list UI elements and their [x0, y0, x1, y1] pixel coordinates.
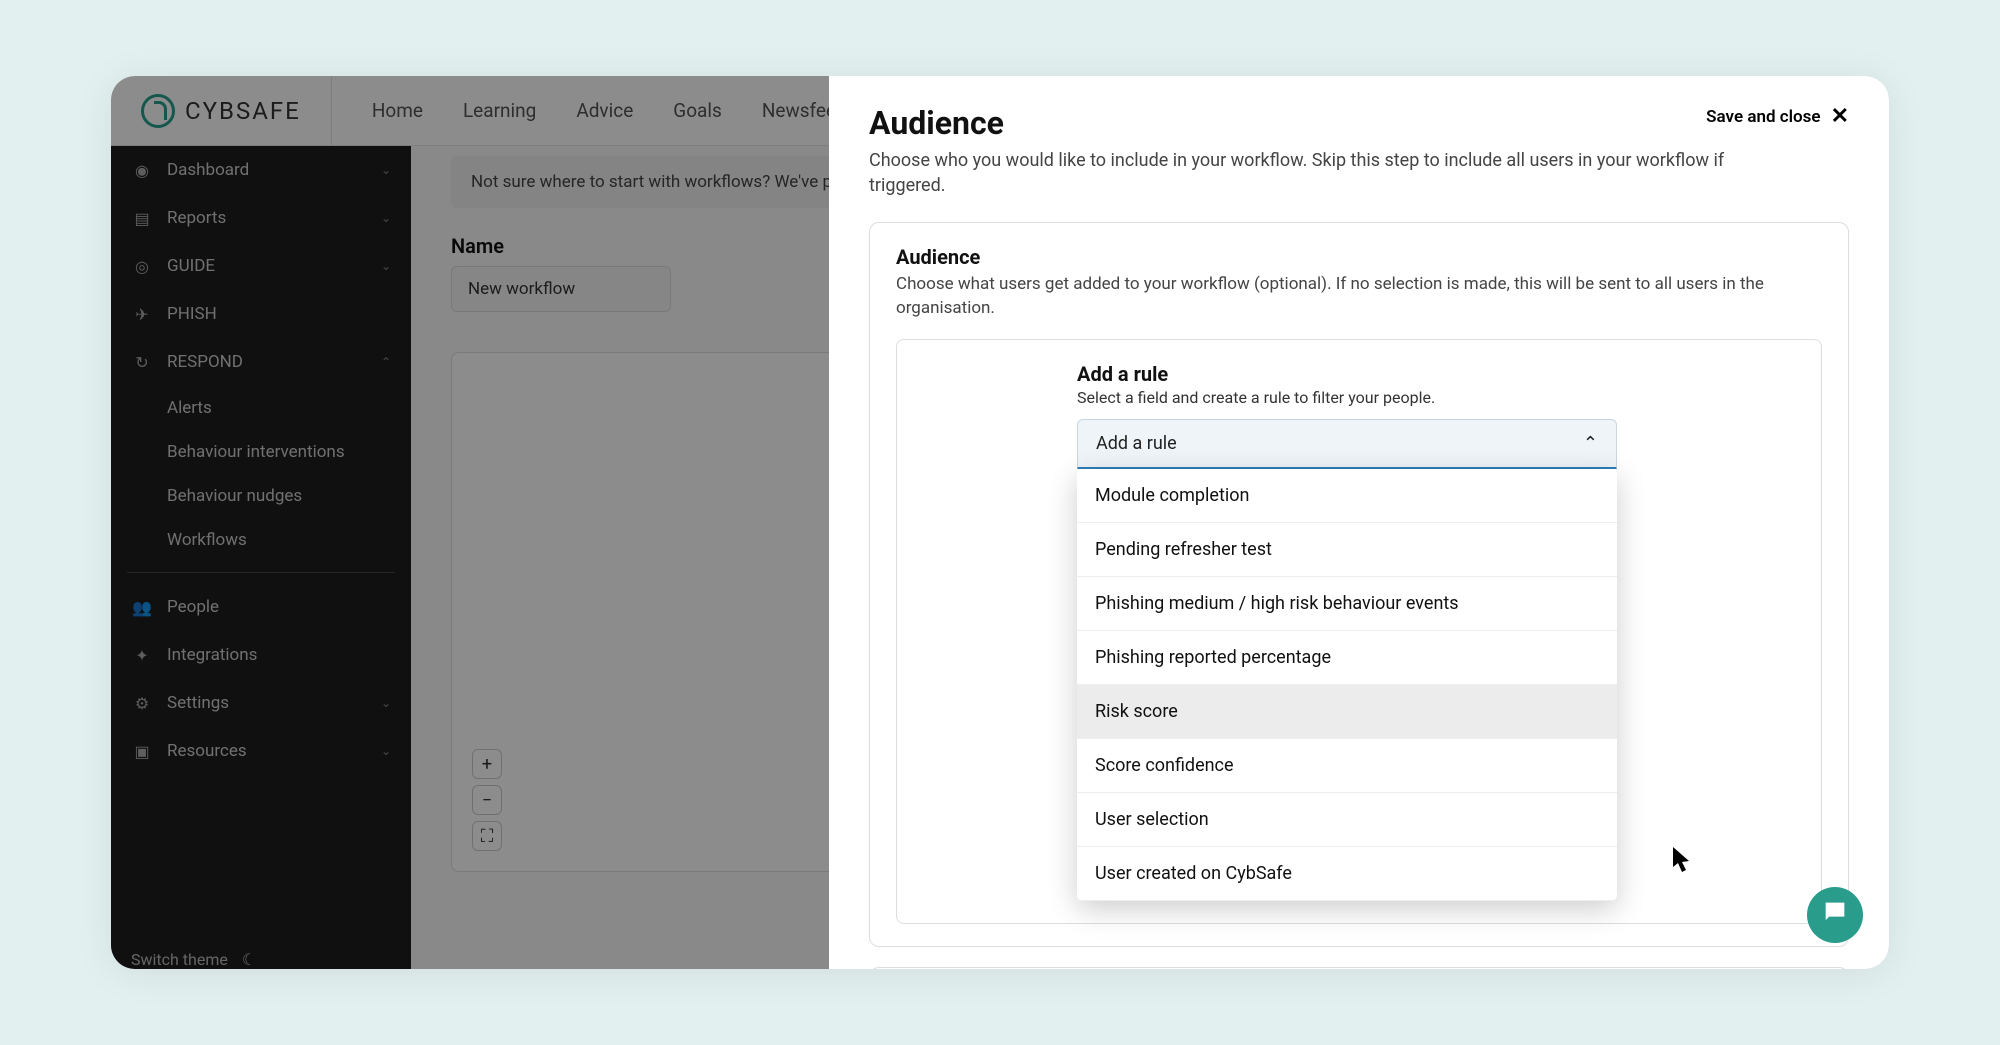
dropdown-option-module-completion[interactable]: Module completion [1077, 469, 1617, 523]
save-close-label: Save and close [1706, 107, 1820, 127]
rule-box: Add a rule Select a field and create a r… [896, 339, 1822, 924]
audience-card-title: Audience [896, 245, 1822, 269]
dropdown-list: Module completion Pending refresher test… [1077, 469, 1617, 901]
drawer-title: Audience [869, 104, 1004, 142]
configuration-card: Configuration options Re-enter your peop… [869, 967, 1849, 969]
audience-drawer: Audience Save and close ✕ Choose who you… [829, 76, 1889, 969]
dropdown-placeholder: Add a rule [1096, 433, 1177, 454]
audience-card: Audience Choose what users get added to … [869, 222, 1849, 947]
cursor-icon [1673, 847, 1693, 879]
close-icon[interactable]: ✕ [1831, 104, 1849, 129]
chevron-up-icon: ⌃ [1583, 433, 1598, 454]
dropdown-option-risk-score[interactable]: Risk score [1077, 685, 1617, 739]
add-rule-dropdown[interactable]: Add a rule ⌃ [1077, 419, 1617, 469]
save-and-close-button[interactable]: Save and close ✕ [1706, 104, 1849, 129]
drawer-subtitle: Choose who you would like to include in … [869, 148, 1789, 198]
chat-button[interactable] [1807, 887, 1863, 943]
rule-title: Add a rule [1077, 362, 1791, 386]
audience-card-subtitle: Choose what users get added to your work… [896, 273, 1822, 321]
dropdown-option-phishing-reported[interactable]: Phishing reported percentage [1077, 631, 1617, 685]
dropdown-option-pending-refresher[interactable]: Pending refresher test [1077, 523, 1617, 577]
chat-icon [1821, 898, 1849, 933]
rule-subtitle: Select a field and create a rule to filt… [1077, 388, 1791, 407]
dropdown-option-user-selection[interactable]: User selection [1077, 793, 1617, 847]
dropdown-option-phishing-events[interactable]: Phishing medium / high risk behaviour ev… [1077, 577, 1617, 631]
dropdown-option-user-created[interactable]: User created on CybSafe [1077, 847, 1617, 901]
dropdown-option-score-confidence[interactable]: Score confidence [1077, 739, 1617, 793]
